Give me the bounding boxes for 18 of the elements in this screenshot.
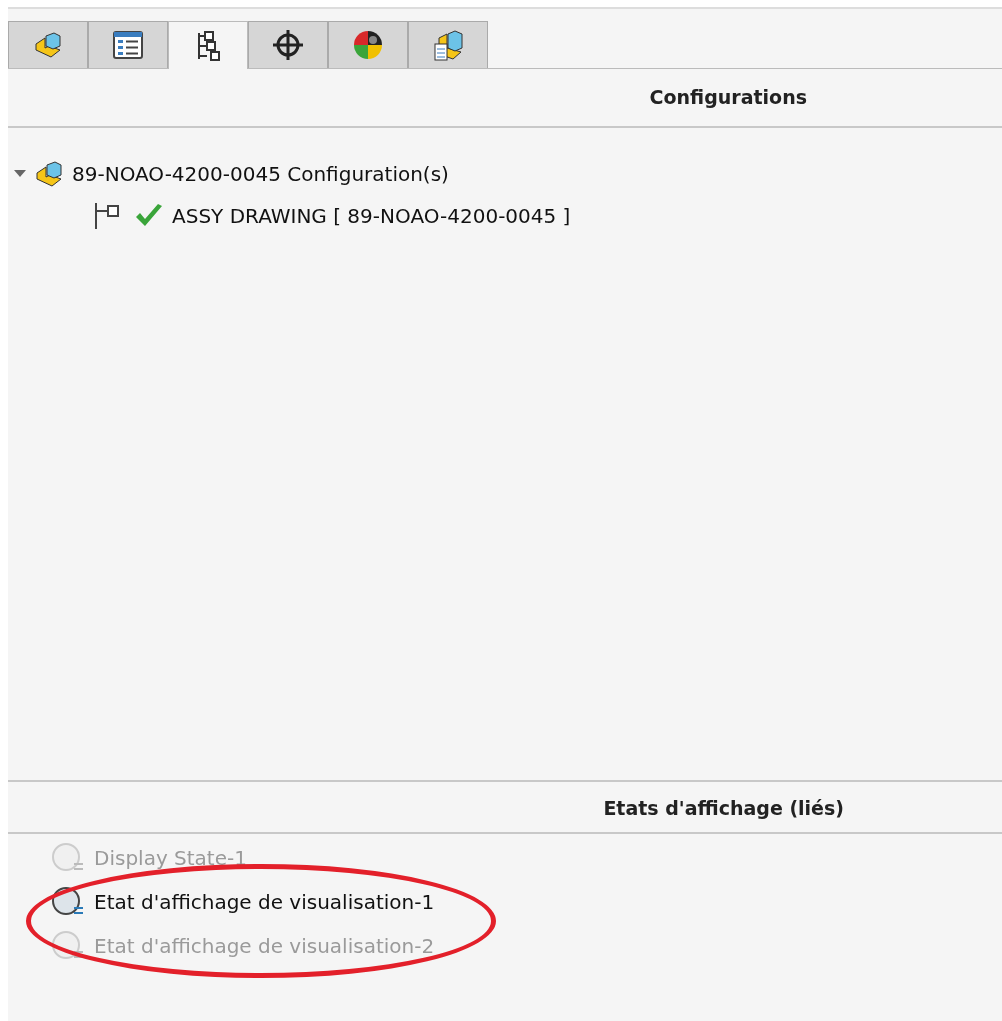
crosshair-icon: [271, 28, 305, 62]
part-icon: [33, 30, 63, 60]
display-state-icon: [50, 886, 86, 918]
panel-tab[interactable]: [328, 21, 408, 68]
configuration-label[interactable]: ASSY DRAWING [ 89-NOAO-4200-0045 ]: [172, 200, 571, 231]
display-state-icon: [50, 930, 86, 962]
display-state-item[interactable]: Etat d'affichage de visualisation-1: [8, 880, 1002, 924]
panel-heading: Configurations: [8, 69, 1002, 128]
panel-tab[interactable]: [88, 21, 168, 68]
panel-heading: Etats d'affichage (liés): [8, 781, 1002, 834]
panel-tab[interactable]: [168, 21, 248, 69]
display-state-icon: [50, 842, 86, 874]
tree-node-label[interactable]: 89-NOAO-4200-0045 Configuration(s): [72, 158, 449, 189]
panel-tab[interactable]: [248, 21, 328, 68]
part-icon: [34, 158, 64, 189]
part-document-icon: [431, 28, 465, 62]
list-icon: [112, 30, 144, 60]
color-ball-icon: [351, 28, 385, 62]
